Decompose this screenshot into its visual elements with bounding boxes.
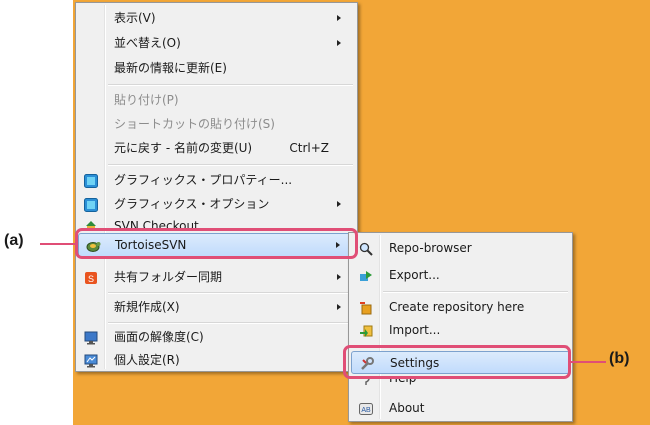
graphics-icon (84, 197, 98, 212)
menu-separator (108, 84, 353, 86)
submenu-item-label: Repo-browser (389, 241, 472, 255)
submenu-item-label: Export... (389, 268, 440, 282)
menu-item-paste-shortcut: ショートカットの貼り付け(S) (78, 113, 355, 135)
about-icon: AB (359, 401, 373, 415)
menu-item-view[interactable]: 表示(V) (78, 7, 355, 29)
menu-item-label: グラフィックス・オプション (114, 197, 270, 211)
create-repository-icon (359, 300, 373, 315)
callout-highlight-b (343, 345, 571, 379)
tortoisesvn-submenu: Repo-browser Export... Create repository… (348, 232, 573, 422)
context-menu: 表示(V) 並べ替え(O) 最新の情報に更新(E) 貼り付け(P) ショートカッ… (75, 2, 358, 372)
repo-browser-icon (359, 241, 373, 256)
menu-item-label: 画面の解像度(C) (114, 330, 204, 344)
menu-item-shortcut: Ctrl+Z (289, 141, 329, 155)
submenu-item-label: Import... (389, 323, 441, 337)
menu-item-graphics-properties[interactable]: グラフィックス・プロパティー... (78, 169, 355, 191)
submenu-arrow-icon (337, 274, 341, 280)
submenu-arrow-icon (337, 40, 341, 46)
menu-item-screen-resolution[interactable]: 画面の解像度(C) (78, 326, 355, 348)
submenu-arrow-icon (337, 201, 341, 207)
menu-item-graphics-options[interactable]: グラフィックス・オプション (78, 193, 355, 215)
submenu-item-create-repository[interactable]: Create repository here (351, 296, 570, 318)
menu-item-paste: 貼り付け(P) (78, 89, 355, 111)
menu-item-label: 表示(V) (114, 11, 156, 25)
submenu-arrow-icon (337, 15, 341, 21)
menu-item-label: 新規作成(X) (114, 300, 180, 314)
submenu-item-label: About (389, 401, 425, 415)
menu-item-label: グラフィックス・プロパティー... (114, 173, 293, 187)
menu-item-label: 貼り付け(P) (114, 93, 179, 107)
import-icon (359, 323, 373, 337)
menu-item-label: ショートカットの貼り付け(S) (114, 117, 275, 131)
callout-label-b: (b) (609, 350, 630, 367)
menu-item-undo-rename[interactable]: 元に戻す - 名前の変更(U) Ctrl+Z (78, 137, 355, 159)
callout-highlight-a (75, 228, 358, 259)
submenu-arrow-icon (337, 304, 341, 310)
menu-item-label: 共有フォルダー同期 (114, 270, 223, 284)
submenu-item-repo-browser[interactable]: Repo-browser (351, 237, 570, 259)
menu-item-refresh[interactable]: 最新の情報に更新(E) (78, 57, 355, 79)
menu-item-new[interactable]: 新規作成(X) (78, 296, 355, 318)
svg-text:AB: AB (361, 407, 371, 414)
menu-item-label: 並べ替え(O) (114, 36, 181, 50)
menu-separator (108, 322, 353, 324)
submenu-item-label: Create repository here (389, 300, 525, 314)
menu-separator (383, 291, 568, 293)
monitor-icon (84, 330, 98, 345)
export-icon (359, 268, 373, 282)
submenu-item-import[interactable]: Import... (351, 319, 570, 341)
menu-item-personalize[interactable]: 個人設定(R) (78, 349, 355, 371)
menu-item-label: 最新の情報に更新(E) (114, 61, 227, 75)
menu-separator (108, 292, 353, 294)
svg-text:S: S (88, 274, 94, 284)
submenu-item-export[interactable]: Export... (351, 264, 570, 286)
callout-label-a: (a) (4, 232, 24, 249)
sync-icon: S (84, 270, 98, 284)
menu-item-label: 個人設定(R) (114, 353, 180, 367)
menu-separator (108, 164, 353, 166)
personalize-icon (84, 353, 98, 368)
callout-connector-b (570, 361, 606, 363)
menu-item-shared-folder-sync[interactable]: S 共有フォルダー同期 (78, 266, 355, 288)
menu-item-sort[interactable]: 並べ替え(O) (78, 32, 355, 54)
submenu-item-about[interactable]: AB About (351, 397, 570, 419)
menu-item-label: 元に戻す - 名前の変更(U) (114, 141, 253, 155)
callout-connector-a (40, 243, 76, 245)
graphics-icon (84, 173, 98, 188)
